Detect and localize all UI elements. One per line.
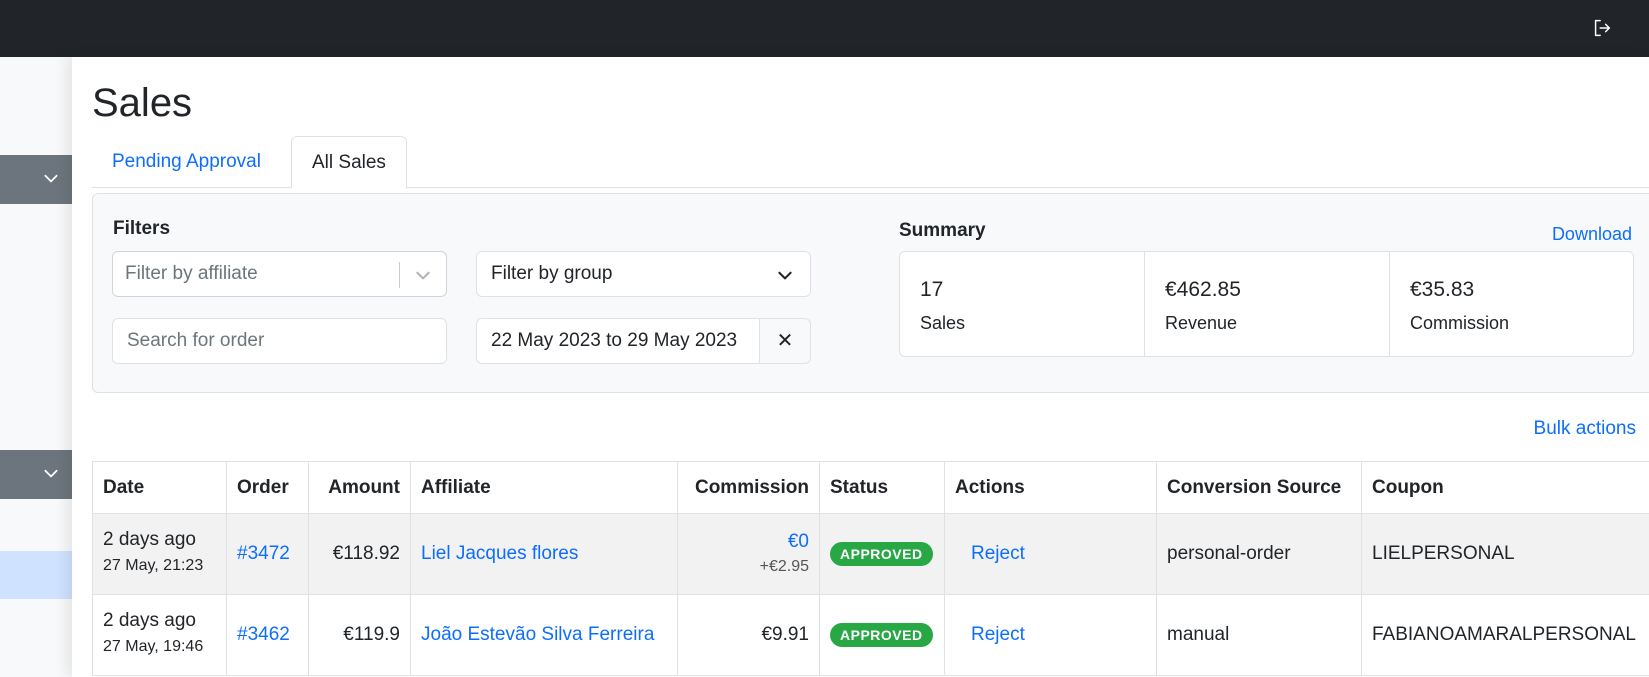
- chevron-down-icon: [44, 174, 58, 183]
- column-header-status[interactable]: Status: [819, 461, 945, 514]
- column-header-date[interactable]: Date: [92, 461, 227, 514]
- stat-label: Commission: [1410, 313, 1510, 333]
- column-header-conversion-source[interactable]: Conversion Source: [1156, 461, 1362, 514]
- amount-cell: €118.92: [308, 513, 411, 595]
- coupon-cell: FABIANOAMARALPERSONAL: [1361, 594, 1649, 676]
- sidebar: [0, 57, 72, 677]
- reject-link[interactable]: Reject: [971, 624, 1025, 645]
- chevron-down-icon: [778, 271, 792, 280]
- affiliate-cell: Liel Jacques flores: [410, 513, 678, 595]
- reject-link[interactable]: Reject: [971, 543, 1025, 564]
- bulk-actions-link[interactable]: Bulk actions: [1534, 418, 1636, 440]
- actions-cell: Reject: [944, 513, 1157, 595]
- column-header-coupon[interactable]: Coupon: [1361, 461, 1649, 514]
- amount-cell: €119.9: [308, 594, 411, 676]
- date-relative: 2 days ago: [103, 610, 196, 631]
- commission-extra: +€2.95: [759, 558, 809, 575]
- sidebar-item-active[interactable]: [0, 551, 72, 599]
- date-absolute: 27 May, 21:23: [103, 557, 204, 574]
- filters-panel: Filters Filter by affiliate Filter by gr…: [92, 193, 1649, 393]
- summary-stats: 17 Sales €462.85 Revenue €35.83 Commissi…: [899, 251, 1634, 357]
- table-row: 2 days ago 27 May, 19:46 #3462 €119.9 Jo…: [92, 594, 1649, 676]
- affiliate-link[interactable]: Liel Jacques flores: [421, 543, 578, 564]
- column-header-amount[interactable]: Amount: [308, 461, 411, 514]
- date-absolute: 27 May, 19:46: [103, 638, 204, 655]
- actions-cell: Reject: [944, 594, 1157, 676]
- summary-stat-revenue: €462.85 Revenue: [1145, 252, 1390, 356]
- logout-icon[interactable]: [1591, 17, 1613, 39]
- order-search-input[interactable]: Search for order: [112, 318, 447, 364]
- tab-pending-approval[interactable]: Pending Approval: [92, 136, 281, 188]
- date-range-input[interactable]: 22 May 2023 to 29 May 2023: [476, 318, 760, 364]
- status-badge: APPROVED: [830, 542, 933, 566]
- column-header-order[interactable]: Order: [226, 461, 309, 514]
- table-header-row: Date Order Amount Affiliate Commission S…: [92, 461, 1649, 514]
- stat-value: €462.85: [1165, 278, 1241, 301]
- group-filter-select[interactable]: Filter by group: [476, 251, 811, 297]
- affiliate-filter-select[interactable]: Filter by affiliate: [112, 251, 447, 297]
- order-cell: #3472: [226, 513, 309, 595]
- status-badge: APPROVED: [830, 623, 933, 647]
- order-search-placeholder: Search for order: [127, 330, 265, 351]
- order-link[interactable]: #3462: [237, 624, 290, 645]
- chevron-down-icon: [416, 271, 430, 280]
- column-header-actions: Actions: [944, 461, 1157, 514]
- filters-heading: Filters: [113, 218, 171, 239]
- column-header-commission[interactable]: Commission: [677, 461, 820, 514]
- order-cell: #3462: [226, 594, 309, 676]
- select-divider: [399, 262, 400, 288]
- stat-value: €35.83: [1410, 278, 1475, 301]
- group-filter-placeholder: Filter by group: [491, 263, 613, 284]
- column-header-affiliate[interactable]: Affiliate: [410, 461, 678, 514]
- close-icon: ✕: [776, 330, 794, 352]
- coupon-cell: LIELPERSONAL: [1361, 513, 1649, 595]
- sidebar-collapsible-section[interactable]: [0, 155, 72, 204]
- tab-bar: Pending Approval All Sales: [92, 136, 1649, 189]
- tab-all-sales[interactable]: All Sales: [291, 136, 407, 189]
- summary-stat-commission: €35.83 Commission: [1390, 252, 1635, 356]
- affiliate-filter-placeholder: Filter by affiliate: [125, 263, 258, 284]
- date-relative: 2 days ago: [103, 529, 196, 550]
- date-cell: 2 days ago 27 May, 21:23: [92, 513, 227, 595]
- commission-link[interactable]: €0: [688, 529, 809, 555]
- sidebar-collapsible-section[interactable]: [0, 450, 72, 499]
- status-cell: APPROVED: [819, 513, 945, 595]
- commission-cell: €0 +€2.95: [677, 513, 820, 595]
- conversion-source-cell: manual: [1156, 594, 1362, 676]
- sales-table: Date Order Amount Affiliate Commission S…: [92, 461, 1649, 676]
- date-cell: 2 days ago 27 May, 19:46: [92, 594, 227, 676]
- date-range-value: 22 May 2023 to 29 May 2023: [491, 330, 738, 351]
- affiliate-link[interactable]: João Estevão Silva Ferreira: [421, 624, 654, 645]
- stat-label: Sales: [920, 313, 966, 333]
- status-cell: APPROVED: [819, 594, 945, 676]
- stat-value: 17: [920, 278, 944, 301]
- table-row: 2 days ago 27 May, 21:23 #3472 €118.92 L…: [92, 513, 1649, 595]
- chevron-down-icon: [44, 469, 58, 478]
- affiliate-cell: João Estevão Silva Ferreira: [410, 594, 678, 676]
- commission-cell: €9.91: [677, 594, 820, 676]
- stat-label: Revenue: [1165, 313, 1238, 333]
- summary-stat-sales: 17 Sales: [900, 252, 1145, 356]
- conversion-source-cell: personal-order: [1156, 513, 1362, 595]
- order-link[interactable]: #3472: [237, 543, 290, 564]
- top-navbar: [0, 0, 1649, 57]
- clear-date-button[interactable]: ✕: [759, 318, 811, 364]
- commission-value: €9.91: [761, 624, 809, 645]
- main-content: Sales Pending Approval All Sales Filters…: [72, 57, 1649, 677]
- page-title: Sales: [92, 81, 193, 125]
- summary-heading: Summary: [899, 220, 986, 241]
- download-link[interactable]: Download: [1552, 224, 1632, 245]
